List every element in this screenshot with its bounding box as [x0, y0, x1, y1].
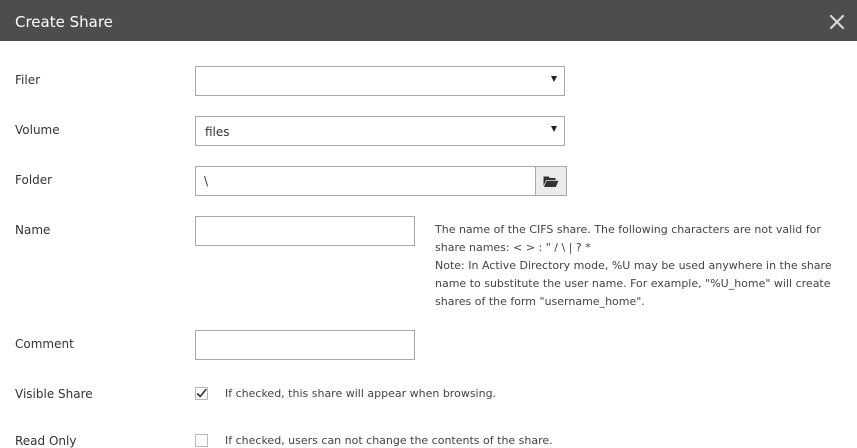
read-only-checkbox[interactable]: [195, 434, 208, 447]
name-help-text: The name of the CIFS share. The followin…: [435, 221, 835, 311]
visible-share-checkbox[interactable]: [195, 387, 208, 400]
volume-label: Volume: [15, 123, 60, 137]
name-help-line: share names: < > : " / \ | ? *: [435, 241, 591, 254]
comment-label: Comment: [15, 337, 74, 351]
close-icon[interactable]: [828, 13, 846, 31]
visible-share-label: Visible Share: [15, 387, 93, 401]
name-input[interactable]: [195, 216, 415, 246]
caret-down-icon: [551, 126, 557, 132]
read-only-help: If checked, users can not change the con…: [225, 434, 553, 447]
name-help-line: shares of the form "username_home".: [435, 295, 645, 308]
name-help-line: The name of the CIFS share. The followin…: [435, 223, 821, 236]
dialog-titlebar: Create Share: [0, 0, 857, 41]
caret-down-icon: [551, 76, 557, 82]
read-only-label: Read Only: [15, 434, 77, 448]
browse-folder-button[interactable]: [535, 166, 567, 196]
visible-share-help: If checked, this share will appear when …: [225, 387, 497, 400]
volume-select[interactable]: files: [195, 116, 565, 146]
checkmark-icon: [196, 388, 207, 398]
folder-open-icon: [543, 176, 559, 187]
volume-select-value: files: [205, 125, 230, 139]
name-label: Name: [15, 223, 51, 237]
comment-input[interactable]: [195, 330, 415, 360]
filer-select[interactable]: [195, 66, 565, 96]
dialog-title: Create Share: [15, 13, 113, 31]
name-help-line: name to substitute the user name. For ex…: [435, 277, 831, 290]
filer-label: Filer: [15, 73, 41, 87]
name-help-line: Note: In Active Directory mode, %U may b…: [435, 259, 832, 272]
folder-label: Folder: [15, 173, 53, 187]
folder-input[interactable]: [195, 166, 536, 196]
